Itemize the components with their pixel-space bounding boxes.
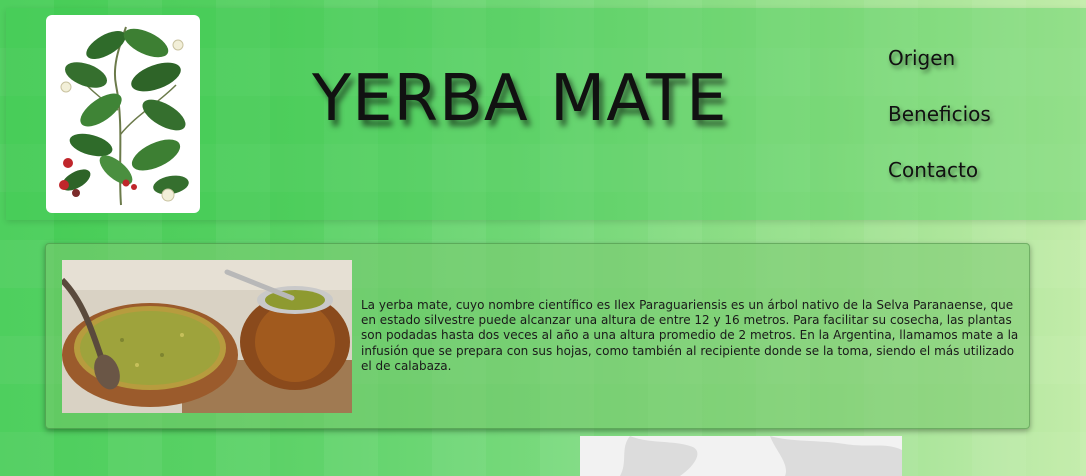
intro-text: La yerba mate, cuyo nombre científico es… [361,298,1019,373]
mate-photo-icon [62,260,352,413]
intro-card: La yerba mate, cuyo nombre científico es… [45,243,1030,429]
plant-logo-icon [46,15,200,213]
nav-link-beneficios[interactable]: Beneficios [888,100,991,156]
nav-link-origen[interactable]: Origen [888,44,991,100]
site-title: YERBA MATE [312,62,728,136]
nav-link-contacto[interactable]: Contacto [888,156,991,212]
world-map-icon [580,436,902,476]
main-nav: Origen Beneficios Contacto [888,44,991,212]
